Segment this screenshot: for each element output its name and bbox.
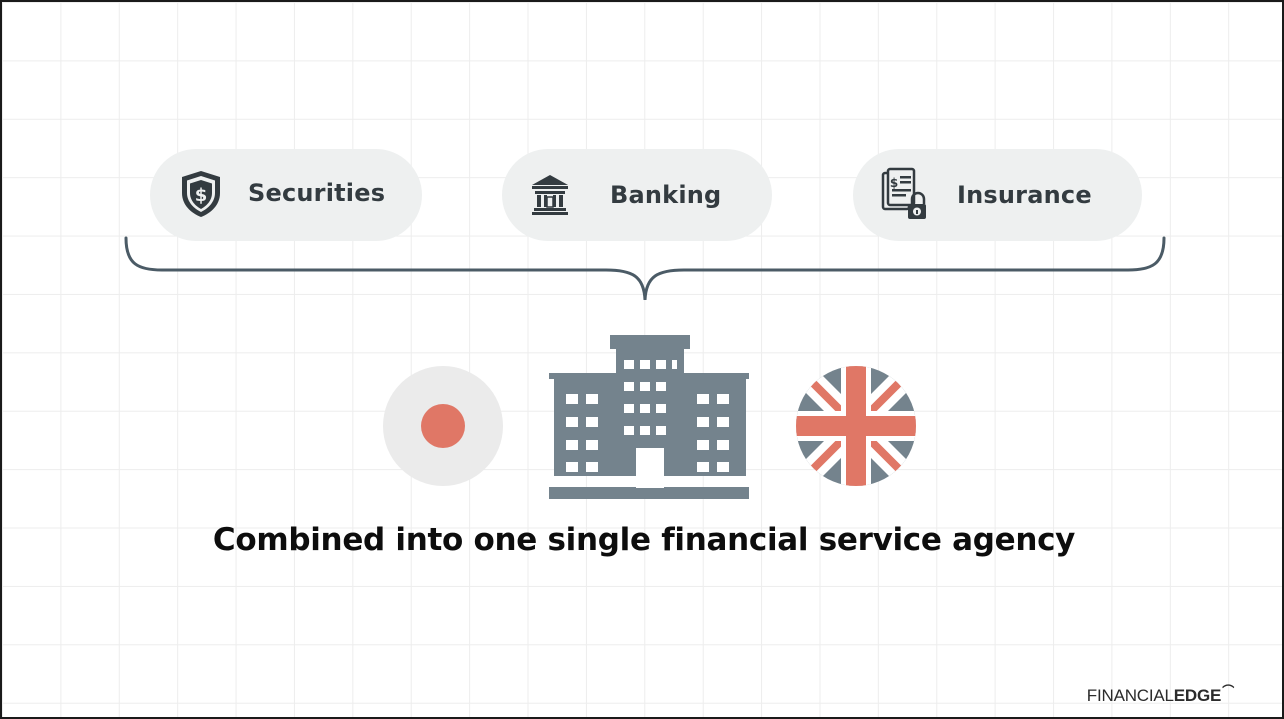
logo-bold-text: EDGE [1173, 686, 1222, 705]
japan-flag-icon [383, 366, 503, 486]
uk-flag-icon [796, 366, 916, 486]
financial-edge-logo: FINANCIALEDGE⌒ [1087, 682, 1234, 706]
brace-connector [124, 236, 1166, 301]
logo-corner-mark-icon: ⌒ [1222, 684, 1234, 698]
caption: Combined into one single financial servi… [212, 522, 1076, 558]
slide-frame: $ Securities Banking $ Insurance Combine… [0, 0, 1284, 719]
building-icon [549, 335, 749, 499]
logo-light-text: FINANCIAL [1086, 686, 1174, 705]
